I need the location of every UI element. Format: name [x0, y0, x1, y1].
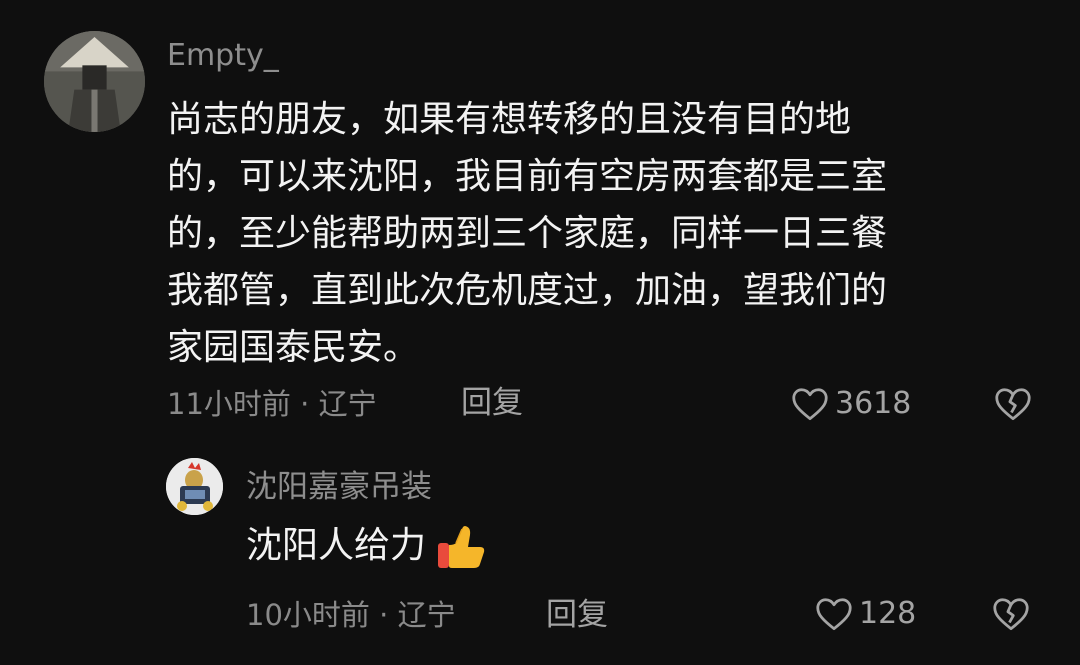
- meta-separator: ·: [300, 387, 310, 421]
- avatar[interactable]: [44, 31, 145, 132]
- avatar-rooster-icon: [166, 458, 223, 515]
- comment-text-line: 的，至少能帮助两到三个家庭，同样一日三餐: [167, 213, 888, 254]
- comment-meta: 11小时前 · 辽宁: [167, 384, 377, 424]
- comment-text-line: 尚志的朋友，如果有想转移的且没有目的地: [167, 99, 852, 140]
- like-button[interactable]: 3618: [791, 384, 911, 424]
- comment-username[interactable]: 沈阳嘉豪吊装: [246, 466, 432, 508]
- comment-meta: 10小时前 · 辽宁: [246, 595, 456, 635]
- broken-heart-icon: [994, 387, 1032, 421]
- heart-icon: [815, 597, 853, 631]
- comment-location: 辽宁: [318, 387, 377, 421]
- avatar-person-icon: [44, 31, 145, 132]
- comment-text-line: 家园国泰民安。: [167, 327, 420, 368]
- broken-heart-icon: [992, 597, 1030, 631]
- like-count: 128: [859, 596, 917, 631]
- reply-button[interactable]: 回复: [546, 594, 608, 636]
- comment-text-line: 沈阳人给力: [246, 525, 427, 566]
- meta-separator: ·: [379, 598, 389, 632]
- like-count: 3618: [835, 386, 912, 421]
- dislike-button[interactable]: [992, 597, 1030, 631]
- dislike-button[interactable]: [994, 387, 1032, 421]
- comment-time: 10小时前: [246, 598, 370, 632]
- thumbs-up-icon: [434, 521, 490, 571]
- comment-username[interactable]: Empty_: [167, 36, 279, 76]
- comment-text: 尚志的朋友，如果有想转移的且没有目的地 的，可以来沈阳，我目前有空房两套都是三室…: [167, 91, 887, 376]
- comment-text-line: 我都管，直到此次危机度过，加油，望我们的: [167, 270, 888, 311]
- comment-text: 沈阳人给力: [246, 520, 490, 572]
- heart-icon: [791, 387, 829, 421]
- reply-button[interactable]: 回复: [461, 382, 523, 424]
- comment-location: 辽宁: [397, 598, 456, 632]
- comment-text-line: 的，可以来沈阳，我目前有空房两套都是三室: [167, 156, 888, 197]
- like-button[interactable]: 128: [815, 594, 916, 634]
- avatar[interactable]: [166, 458, 223, 515]
- comment-time: 11小时前: [167, 387, 291, 421]
